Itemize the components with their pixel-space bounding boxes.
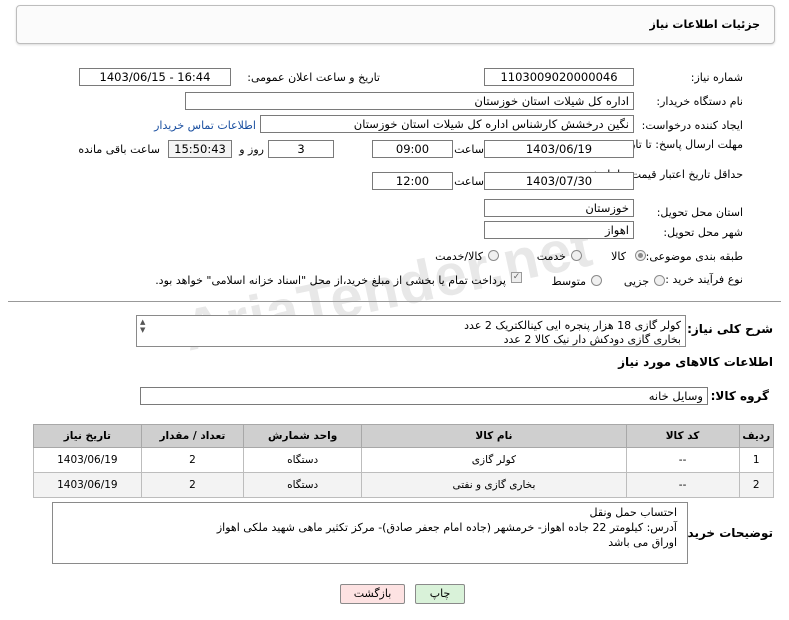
buyer-contact-link[interactable]: اطلاعات تماس خریدار [154, 119, 256, 132]
purchase-option-medium: متوسط [551, 275, 586, 288]
table-header-row: ردیف کد کالا نام کالا واحد شمارش تعداد /… [33, 424, 775, 448]
purchase-radio-medium[interactable] [591, 275, 602, 286]
category-option-goods: کالا [611, 250, 626, 263]
print-button[interactable]: چاپ [415, 584, 465, 604]
category-radio-both[interactable] [488, 250, 499, 261]
treasury-payment-note: پرداخت تمام یا بخشی از مبلغ خرید،از محل … [155, 274, 506, 287]
col-date: تاریخ نیاز [33, 424, 142, 448]
cell-date: 1403/06/19 [33, 472, 142, 498]
category-option-service: خدمت [536, 250, 566, 263]
price-validity-time: 12:00 [372, 172, 453, 190]
remaining-time-field: 15:50:43 [168, 140, 232, 158]
page-title: جزئیات اطلاعات نیاز [649, 18, 761, 31]
col-qty: تعداد / مقدار [140, 424, 245, 448]
buyer-org-field: اداره کل شیلات استان خوزستان [185, 92, 634, 110]
cell-date: 1403/06/19 [33, 447, 142, 473]
requester-label: ایجاد کننده درخواست: [641, 119, 743, 132]
goods-group-label: گروه کالا: [710, 389, 769, 403]
cell-name: بخاری گازی و نفتی [361, 472, 627, 498]
col-code: کد کالا [625, 424, 740, 448]
col-name: نام کالا [361, 424, 627, 448]
need-number-field: 1103009020000046 [484, 68, 634, 86]
cell-code: -- [625, 447, 740, 473]
notes-line-2: آدرس: کیلومتر 22 جاده اهواز- خرمشهر (جاد… [216, 521, 677, 534]
cell-qty: 2 [140, 472, 245, 498]
reply-deadline-label: مهلت ارسال پاسخ: تا تاریخ: [616, 138, 743, 151]
notes-line-3: اوراق می باشد [608, 536, 677, 549]
cell-name: کولر گازی [361, 447, 627, 473]
days-label: روز و [239, 143, 264, 156]
announce-datetime-field: 1403/06/15 - 16:44 [79, 68, 231, 86]
announce-datetime-label: تاریخ و ساعت اعلان عمومی: [247, 71, 380, 84]
goods-group-field: وسایل خانه [140, 387, 708, 405]
summary-line-2: بخاری گازی دودکش دار نیک کالا 2 عدد [503, 333, 681, 346]
buyer-org-label: نام دستگاه خریدار: [656, 95, 743, 108]
province-label: استان محل تحویل: [656, 206, 743, 219]
cell-qty: 2 [140, 447, 245, 473]
city-field: اهواز [484, 221, 634, 239]
cell-unit: دستگاه [243, 447, 363, 473]
col-unit: واحد شمارش [243, 424, 363, 448]
header-panel: جزئیات اطلاعات نیاز [16, 5, 775, 44]
col-row: ردیف [738, 424, 775, 448]
scroll-arrows-icon[interactable]: ▲ ▼ [140, 318, 145, 334]
goods-section-title: اطلاعات کالاهای مورد نیاز [618, 355, 773, 369]
province-field: خوزستان [484, 199, 634, 217]
summary-label: شرح کلی نیاز: [687, 322, 773, 336]
purchase-radio-minor[interactable] [654, 275, 665, 286]
table-row[interactable]: 2 -- بخاری گازی و نفتی دستگاه 2 1403/06/… [33, 472, 775, 498]
treasury-payment-checkbox[interactable]: ✓ [511, 272, 522, 283]
cell-row: 2 [738, 472, 775, 498]
summary-line-1: کولر گازی 18 هزار پنجره ایی کینالکتریک 2… [464, 319, 681, 332]
remaining-label: ساعت باقی مانده [78, 143, 160, 156]
divider [8, 301, 781, 302]
cell-unit: دستگاه [243, 472, 363, 498]
cell-code: -- [625, 472, 740, 498]
reply-days-field: 3 [268, 140, 334, 158]
requester-field: نگین درخشش کارشناس اداره کل شیلات استان … [260, 115, 634, 133]
category-option-both: کالا/خدمت [435, 250, 483, 263]
summary-textarea[interactable]: کولر گازی 18 هزار پنجره ایی کینالکتریک 2… [136, 315, 686, 347]
category-radio-goods[interactable] [635, 250, 646, 261]
back-button[interactable]: بازگشت [340, 584, 405, 604]
price-time-label: ساعت [454, 175, 484, 188]
price-validity-date: 1403/07/30 [484, 172, 634, 190]
city-label: شهر محل تحویل: [663, 226, 743, 239]
purchase-option-minor: جزیی [623, 275, 649, 288]
purchase-type-label: نوع فرآیند خرید : [665, 273, 743, 286]
reply-deadline-date: 1403/06/19 [484, 140, 634, 158]
buyer-notes-textarea[interactable]: احتساب حمل ونقل آدرس: کیلومتر 22 جاده اه… [52, 502, 688, 564]
reply-time-label: ساعت [454, 143, 484, 156]
items-table: ردیف کد کالا نام کالا واحد شمارش تعداد /… [33, 424, 775, 498]
table-row[interactable]: 1 -- کولر گازی دستگاه 2 1403/06/19 [33, 447, 775, 473]
category-radio-service[interactable] [571, 250, 582, 261]
cell-row: 1 [738, 447, 775, 473]
notes-line-1: احتساب حمل ونقل [589, 506, 677, 519]
need-number-label: شماره نیاز: [690, 71, 743, 84]
category-label: طبقه بندی موضوعی: [645, 250, 743, 263]
reply-deadline-time: 09:00 [372, 140, 453, 158]
